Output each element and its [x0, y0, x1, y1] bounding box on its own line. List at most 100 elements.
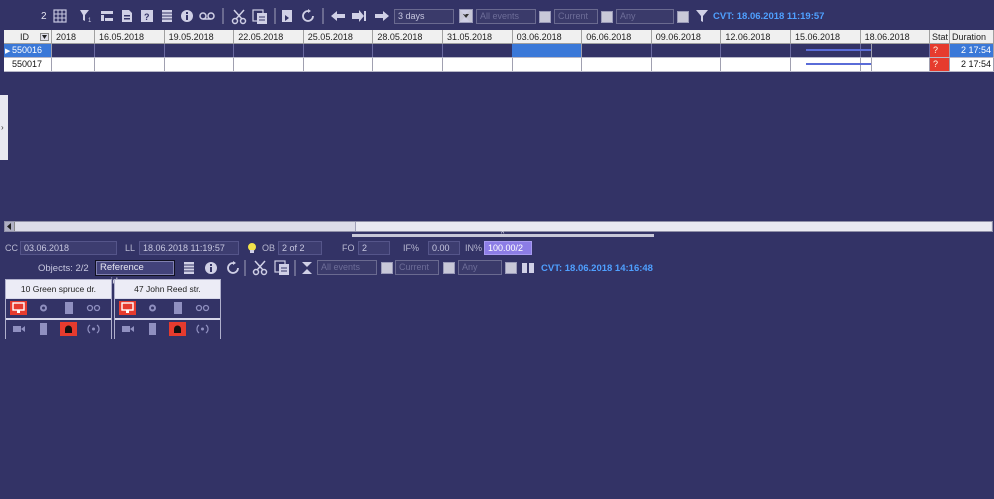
lightbulb-icon — [246, 242, 258, 254]
skip-end-icon[interactable] — [351, 9, 367, 23]
grid-cell[interactable] — [373, 58, 443, 71]
expand-panel-icon[interactable]: › — [1, 123, 4, 132]
grid-cell[interactable] — [304, 58, 374, 71]
grid-cell[interactable] — [652, 58, 722, 71]
table-row[interactable]: 550017 ? 2 17:54 — [4, 58, 994, 72]
grid-cell[interactable] — [95, 44, 165, 57]
refresh-icon[interactable] — [226, 261, 240, 275]
current-filter-field[interactable]: Current — [554, 9, 598, 24]
splitter-arrow-icon[interactable]: ^ — [501, 231, 504, 238]
any-checkbox[interactable] — [601, 11, 613, 23]
grid-cell[interactable] — [443, 44, 513, 57]
grid-cell[interactable] — [165, 58, 235, 71]
broadcast-icon[interactable] — [194, 322, 211, 336]
siren-alarm-icon[interactable] — [60, 322, 77, 336]
grid-cell[interactable] — [52, 58, 95, 71]
any-filter-field[interactable]: Any — [616, 9, 674, 24]
siren-alarm-icon[interactable] — [169, 322, 186, 336]
filter-checkbox[interactable] — [677, 11, 689, 23]
hourglass-filter-icon[interactable] — [458, 9, 472, 23]
grid-view-icon[interactable] — [53, 9, 67, 23]
object-card[interactable]: 47 John Reed str. — [114, 279, 221, 339]
monitor-alarm-icon[interactable] — [119, 301, 136, 315]
voicemail-icon[interactable] — [85, 301, 102, 315]
grid-cell[interactable] — [373, 44, 443, 57]
row-duration-cell[interactable]: 2 17:54 — [950, 58, 994, 71]
table-icon[interactable] — [182, 261, 196, 275]
info-icon[interactable] — [204, 261, 218, 275]
row-id-cell[interactable]: 550016 — [4, 44, 52, 57]
state-column-header[interactable]: Stat — [930, 30, 950, 44]
table-icon[interactable] — [60, 301, 77, 315]
voicemail-icon[interactable] — [194, 301, 211, 315]
grid-cell[interactable] — [582, 44, 652, 57]
reference-guides-button[interactable]: Reference guides — [95, 260, 175, 287]
row-state-cell[interactable]: ? — [930, 44, 950, 57]
current-checkbox[interactable] — [381, 262, 393, 274]
funnel-icon[interactable] — [695, 9, 709, 23]
object-card[interactable]: 10 Green spruce dr. — [5, 279, 112, 339]
info-icon[interactable] — [180, 9, 194, 23]
current-filter-field[interactable]: Current — [395, 260, 439, 275]
broadcast-icon[interactable] — [85, 322, 102, 336]
duration-column-header[interactable]: Duration — [950, 30, 994, 44]
book-icon[interactable] — [521, 261, 535, 275]
copy-icon[interactable] — [274, 260, 290, 276]
voicemail-icon[interactable] — [199, 9, 215, 23]
id-column-header[interactable]: ID — [4, 30, 52, 44]
report-icon[interactable]: ? — [140, 9, 154, 23]
forward-arrow-icon[interactable] — [374, 9, 390, 23]
grid-cell[interactable] — [234, 44, 304, 57]
gear-icon[interactable] — [35, 301, 52, 315]
row-state-cell[interactable]: ? — [930, 58, 950, 71]
scissors-icon[interactable] — [252, 260, 268, 276]
grid-cell[interactable] — [651, 44, 722, 57]
grid-cell[interactable] — [582, 58, 652, 71]
filter-checkbox[interactable] — [505, 262, 517, 274]
door-icon[interactable] — [144, 322, 161, 336]
row-duration-cell[interactable]: 2 17:54 — [950, 44, 994, 57]
grid-cell[interactable] — [513, 58, 583, 71]
paste-icon[interactable] — [280, 9, 294, 23]
scissors-icon[interactable] — [231, 9, 247, 25]
door-icon[interactable] — [35, 322, 52, 336]
scroll-left-icon[interactable] — [5, 222, 15, 231]
side-panel-handle[interactable]: › — [0, 95, 8, 160]
camera-icon[interactable] — [119, 322, 136, 336]
scrollbar-thumb[interactable] — [355, 222, 991, 231]
id-sort-dropdown-icon[interactable] — [40, 33, 49, 41]
any-filter-field[interactable]: Any — [458, 260, 502, 275]
horizontal-scrollbar[interactable] — [4, 221, 993, 232]
grid-cell[interactable] — [443, 58, 513, 71]
copy-icon[interactable] — [252, 9, 268, 24]
event-bar-cell[interactable] — [806, 58, 872, 71]
panel-splitter[interactable]: ^ — [352, 231, 654, 238]
events-filter-select[interactable]: All events — [317, 260, 377, 275]
table-icon[interactable] — [169, 301, 186, 315]
grid-cell[interactable] — [52, 44, 95, 57]
row-id-cell[interactable]: 550017 — [4, 58, 52, 71]
grid-cell[interactable] — [95, 58, 165, 71]
table-row[interactable]: 550016 ▶ ? 2 17:54 — [4, 44, 994, 58]
period-select[interactable]: 3 days — [394, 9, 473, 24]
event-bar-cell[interactable] — [806, 44, 872, 57]
gear-icon[interactable] — [144, 301, 161, 315]
export-document-icon[interactable] — [120, 9, 134, 23]
any-checkbox[interactable] — [443, 262, 455, 274]
refresh-icon[interactable] — [301, 9, 315, 23]
grid-cell[interactable] — [303, 44, 374, 57]
selected-period-cell[interactable] — [512, 44, 582, 57]
table-icon[interactable] — [160, 9, 174, 23]
list-collapse-icon[interactable] — [100, 9, 114, 23]
grid-cell[interactable] — [721, 44, 791, 57]
events-filter-select[interactable]: All events — [476, 9, 536, 24]
grid-cell[interactable] — [234, 58, 304, 71]
monitor-alarm-icon[interactable] — [10, 301, 27, 315]
filter-sort-icon[interactable]: 1 — [79, 9, 93, 23]
grid-cell[interactable] — [164, 44, 235, 57]
back-arrow-icon[interactable] — [330, 9, 346, 23]
hourglass-filter-icon[interactable] — [300, 261, 314, 275]
camera-icon[interactable] — [10, 322, 27, 336]
current-checkbox[interactable] — [539, 11, 551, 23]
grid-cell[interactable] — [721, 58, 791, 71]
